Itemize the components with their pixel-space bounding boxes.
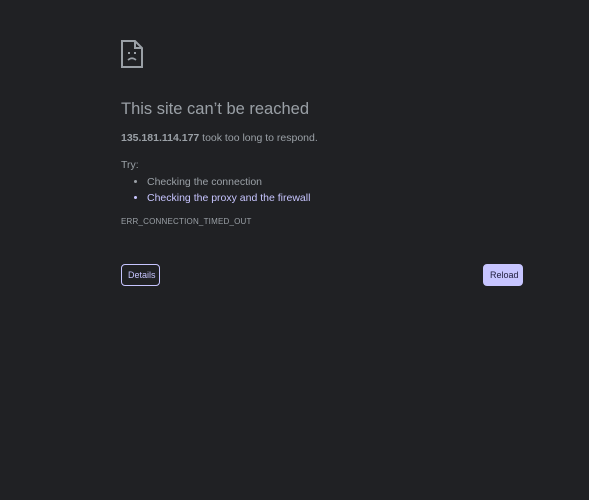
try-label: Try: (121, 159, 139, 171)
details-button[interactable]: Details (121, 264, 160, 286)
host-address: 135.181.114.177 (121, 132, 200, 144)
suggestion-check-connection: Checking the connection (147, 174, 523, 190)
suggestion-check-proxy-link[interactable]: Checking the proxy and the firewall (147, 190, 523, 206)
page-title: This site can’t be reached (121, 100, 310, 118)
sad-document-icon (121, 40, 143, 68)
summary-message: took too long to respond. (199, 132, 318, 144)
error-code: ERR_CONNECTION_TIMED_OUT (121, 217, 252, 226)
suggestion-list: Checking the connection Checking the pro… (121, 174, 523, 206)
error-summary: 135.181.114.177 took too long to respond… (121, 131, 523, 145)
error-content: This site can’t be reached 135.181.114.1… (121, 40, 523, 228)
reload-button[interactable]: Reload (483, 264, 523, 286)
